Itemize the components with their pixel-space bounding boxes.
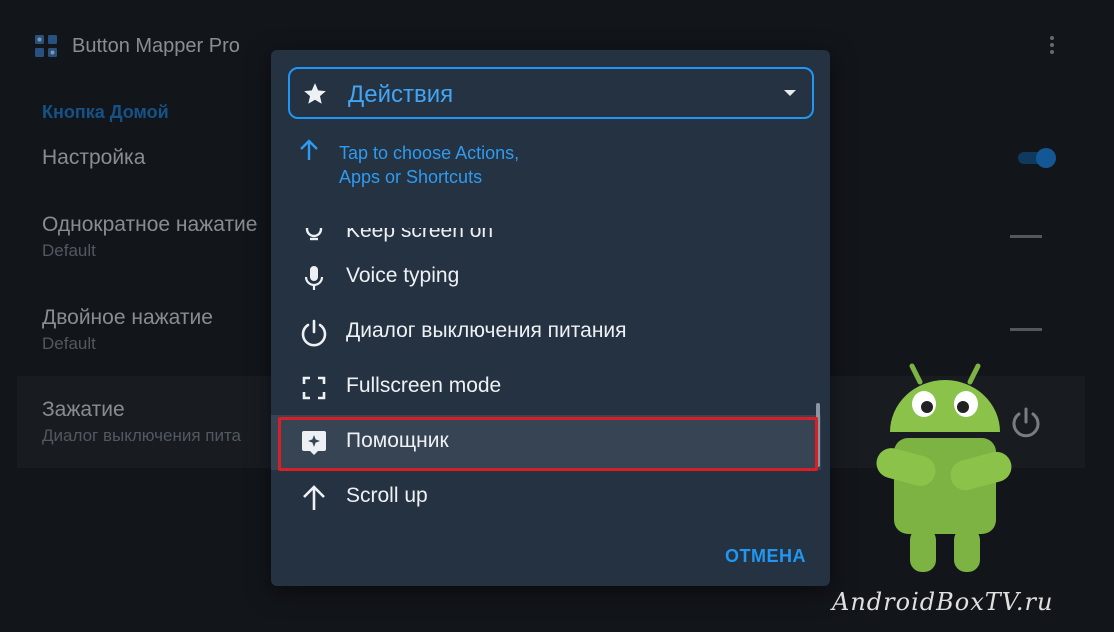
fullscreen-icon bbox=[302, 376, 326, 400]
item-label: Keep screen on bbox=[346, 228, 494, 242]
list-item[interactable]: Fullscreen mode bbox=[271, 360, 821, 415]
list-item[interactable]: Диалог выключения питания bbox=[271, 305, 821, 360]
dropdown-label: Действия bbox=[348, 81, 454, 108]
star-icon bbox=[304, 83, 326, 104]
arrow-up-icon bbox=[303, 485, 325, 510]
lightbulb-icon bbox=[305, 228, 323, 241]
item-label: Fullscreen mode bbox=[346, 374, 502, 397]
category-dropdown[interactable]: Действия bbox=[288, 67, 814, 119]
item-label: Voice typing bbox=[346, 264, 460, 287]
hint-text: Tap to choose Actions, Apps or Shortcuts bbox=[339, 143, 520, 187]
item-label: Диалог выключения питания bbox=[346, 319, 627, 342]
power-icon bbox=[301, 319, 327, 347]
action-list[interactable]: Keep screen on Voice typing Диалог выклю… bbox=[271, 228, 830, 528]
highlight-annotation bbox=[278, 417, 818, 471]
chevron-down-icon bbox=[784, 90, 796, 96]
action-picker-dialog: Действия Tap to choose Actions, Apps or … bbox=[271, 50, 830, 586]
microphone-icon bbox=[304, 266, 324, 290]
android-mascot-icon bbox=[876, 363, 1012, 572]
list-item[interactable]: Voice typing bbox=[271, 250, 821, 305]
watermark-text: AndroidBoxTV.ru bbox=[832, 588, 1054, 616]
item-label: Scroll up bbox=[346, 484, 428, 507]
list-item[interactable]: Scroll up bbox=[271, 470, 821, 525]
arrow-up-icon bbox=[300, 139, 318, 160]
cancel-button[interactable]: ОТМЕНА bbox=[725, 546, 806, 567]
